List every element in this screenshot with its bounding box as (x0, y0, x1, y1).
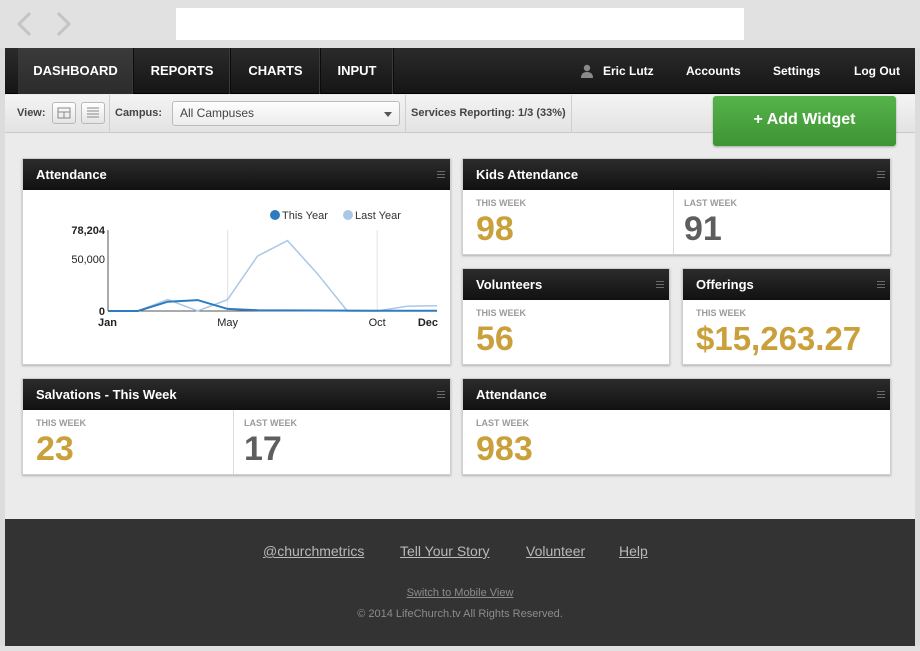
stat-value: 91 (684, 210, 722, 248)
stat-label: THIS WEEK (696, 308, 747, 318)
stat-label: LAST WEEK (244, 418, 297, 428)
legend-label-last-year: Last Year (355, 210, 401, 222)
campus-label: Campus: (115, 107, 163, 119)
campus-select[interactable]: All Campuses (172, 101, 400, 126)
stat-label: THIS WEEK (476, 198, 527, 208)
grid-view-button[interactable] (52, 102, 76, 124)
user-icon (581, 64, 593, 78)
widget-menu-icon[interactable] (877, 391, 885, 398)
widget-title: Attendance (23, 159, 450, 190)
list-view-icon (87, 107, 99, 118)
stat-label: THIS WEEK (476, 308, 527, 318)
mobile-view-row: Switch to Mobile View (5, 587, 915, 599)
stat-label: LAST WEEK (476, 418, 529, 428)
widget-title: Kids Attendance (463, 159, 890, 190)
stat-last-week: LAST WEEK 17 (231, 410, 451, 474)
chevron-down-icon (384, 112, 392, 117)
app-window: DASHBOARD REPORTS CHARTS INPUT Eric Lutz… (5, 48, 915, 646)
list-view-button[interactable] (81, 102, 105, 124)
footer-link-tell-your-story[interactable]: Tell Your Story (400, 543, 490, 559)
widget-menu-icon[interactable] (656, 281, 664, 288)
widget-menu-icon[interactable] (877, 281, 885, 288)
stat-this-week: THIS WEEK 56 (463, 300, 671, 364)
add-widget-button[interactable]: + Add Widget (713, 96, 896, 146)
view-label: View: (17, 107, 46, 119)
footer-link-help[interactable]: Help (619, 543, 648, 559)
back-arrow-icon[interactable] (14, 10, 36, 38)
stat-value: 17 (244, 430, 282, 468)
tab-reports[interactable]: REPORTS (134, 48, 231, 94)
stat-label: THIS WEEK (36, 418, 87, 428)
switch-to-mobile-link[interactable]: Switch to Mobile View (407, 587, 514, 599)
widget-menu-icon[interactable] (437, 391, 445, 398)
footer-link-volunteer[interactable]: Volunteer (526, 543, 585, 559)
widget-title: Offerings (683, 269, 890, 300)
accounts-link[interactable]: Accounts (686, 48, 741, 94)
y-tick-label: 50,000 (71, 254, 105, 266)
browser-toolbar (0, 0, 920, 48)
stat-value: $15,263.27 (696, 320, 862, 357)
widget-title: Attendance (463, 379, 890, 410)
series-line-last-year (108, 239, 438, 312)
offerings-widget: Offerings THIS WEEK $15,263.27 (682, 268, 891, 365)
grid-view-icon (57, 107, 71, 119)
stat-this-week: THIS WEEK 23 (23, 410, 233, 474)
stat-value: 56 (476, 320, 514, 358)
settings-link[interactable]: Settings (773, 48, 820, 94)
x-tick-label: Jan (98, 317, 117, 329)
y-tick-label: 78,204 (71, 225, 106, 237)
tab-input[interactable]: INPUT (321, 48, 394, 94)
copyright: © 2014 LifeChurch.tv All Rights Reserved… (357, 608, 563, 620)
tab-dashboard[interactable]: DASHBOARD (18, 48, 134, 94)
attendance-chart-widget: Attendance This Year Last Year 0 50,000 78… (22, 158, 451, 365)
toolbar-divider (571, 95, 572, 133)
forward-arrow-icon[interactable] (52, 10, 74, 38)
tab-charts[interactable]: CHARTS (231, 48, 321, 94)
stat-label: LAST WEEK (684, 198, 737, 208)
widget-menu-icon[interactable] (877, 171, 885, 178)
widget-title: Volunteers (463, 269, 669, 300)
stat-this-week: THIS WEEK 98 (463, 190, 673, 254)
services-reporting: Services Reporting: 1/3 (33%) (411, 107, 566, 119)
widget-title: Salvations - This Week (23, 379, 450, 410)
campus-select-value: All Campuses (180, 106, 255, 120)
stat-this-week: THIS WEEK $15,263.27 (683, 300, 892, 364)
address-bar[interactable] (176, 8, 744, 40)
window-frame (0, 646, 920, 651)
volunteers-widget: Volunteers THIS WEEK 56 (462, 268, 670, 365)
footer-link-churchmetrics[interactable]: @churchmetrics (263, 543, 364, 559)
legend-marker-last-year (343, 210, 353, 220)
toolbar-divider (405, 95, 406, 133)
salvations-widget: Salvations - This Week THIS WEEK 23 LAST… (22, 378, 451, 475)
user-name[interactable]: Eric Lutz (603, 48, 654, 94)
legend-marker-this-year (270, 210, 280, 220)
chart-legend: This Year Last Year (270, 210, 401, 222)
stat-value: 23 (36, 430, 74, 468)
attendance-widget: Attendance LAST WEEK 983 (462, 378, 891, 475)
stat-value: 983 (476, 430, 533, 468)
kids-attendance-widget: Kids Attendance THIS WEEK 98 LAST WEEK 9… (462, 158, 891, 255)
stat-last-week: LAST WEEK 91 (671, 190, 891, 254)
stat-last-week: LAST WEEK 983 (463, 410, 892, 474)
logout-link[interactable]: Log Out (854, 48, 900, 94)
stat-value: 98 (476, 210, 514, 248)
x-tick-label: Dec (418, 317, 438, 329)
widget-menu-icon[interactable] (437, 171, 445, 178)
x-tick-label: May (217, 317, 238, 329)
toolbar-divider (109, 95, 110, 133)
attendance-line-chart: This Year Last Year 050,00078,204Jan May O… (71, 210, 438, 329)
legend-label-this-year: This Year (282, 210, 328, 222)
top-navigation: DASHBOARD REPORTS CHARTS INPUT Eric Lutz… (5, 48, 915, 94)
x-tick-label: Oct (369, 317, 386, 329)
page-footer: @churchmetrics Tell Your Story Volunteer… (5, 519, 915, 646)
